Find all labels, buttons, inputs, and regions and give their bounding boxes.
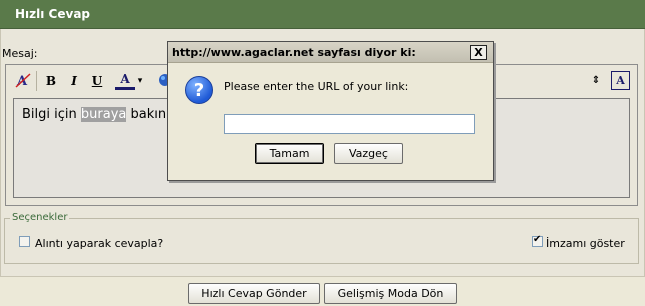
text-after: bakın [126,107,167,122]
selected-text: buraya [80,107,127,122]
resize-arrows-icon[interactable]: ⇕ [590,71,602,91]
underline-button[interactable]: U [87,71,107,91]
font-color-button[interactable]: A [115,71,135,90]
url-input[interactable] [224,114,475,134]
dialog-close-button[interactable]: X [470,45,487,60]
signature-label: İmzamı göster [546,237,625,250]
remove-format-icon[interactable]: A [13,71,33,91]
quote-checkbox[interactable] [19,236,30,247]
question-icon: ? [185,76,213,104]
switch-mode-button[interactable]: A [611,71,630,90]
signature-checkbox[interactable] [532,234,543,247]
font-color-dropdown-icon[interactable]: ▾ [135,71,145,91]
send-quick-reply-button[interactable]: Hızlı Cevap Gönder [188,283,320,304]
message-text: Bilgi için buraya bakın [22,107,166,122]
dialog-message: Please enter the URL of your link: [224,80,409,93]
cancel-button[interactable]: Vazgeç [334,143,403,164]
bold-button[interactable]: B [41,71,61,91]
advanced-mode-button[interactable]: Gelişmiş Moda Dön [324,283,457,304]
quote-label: Alıntı yaparak cevapla? [35,237,164,250]
bottom-bar [0,277,645,306]
italic-button[interactable]: I [64,71,84,91]
quick-reply-header [0,0,645,29]
message-label: Mesaj: [2,47,38,60]
text-before: Bilgi için [22,107,81,122]
toolbar-separator [36,71,37,91]
options-legend: Seçenekler [10,212,70,223]
ok-button[interactable]: Tamam [255,143,324,164]
dialog-title: http://www.agaclar.net sayfası diyor ki: [172,46,416,59]
header-title: Hızlı Cevap [15,7,90,21]
